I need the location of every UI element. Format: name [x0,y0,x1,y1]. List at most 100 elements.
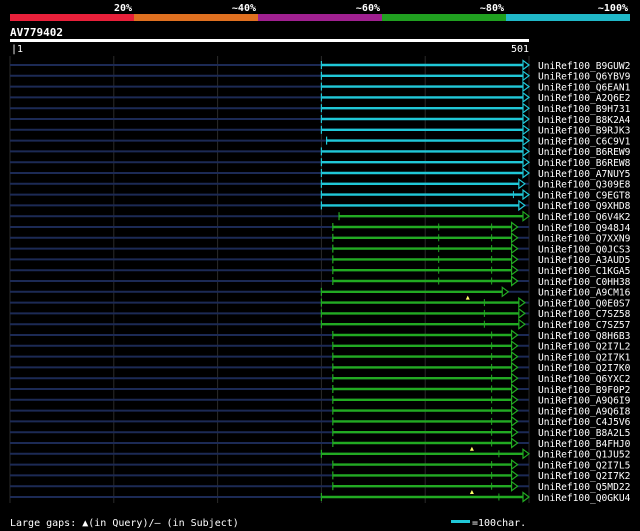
hit-row[interactable]: UniRef100_C7SZ58 [10,307,631,320]
hit-label[interactable]: UniRef100_Q2I7K1 [538,352,631,363]
hit-row[interactable]: UniRef100_B4FHJ0 [10,437,631,450]
hit-arrowhead [518,178,526,190]
hit-label[interactable]: UniRef100_Q0GKU4 [538,493,631,504]
hit-row[interactable]: UniRef100_Q2I7K1 [10,350,631,363]
identity-band-label: ~40% [232,3,256,14]
hit-label[interactable]: UniRef100_C9EGT8 [538,190,631,201]
hit-row[interactable]: UniRef100_B8A2L5 [10,426,630,439]
hit-row[interactable]: UniRef100_B9H731 [10,102,631,115]
hit-label[interactable]: UniRef100_C7SZ58 [538,309,631,320]
hit-label[interactable]: UniRef100_A9Q6I8 [538,406,631,417]
hit-row[interactable]: UniRef100_C1KGA5 [10,264,630,277]
hit-row[interactable]: UniRef100_C0HH38 [10,275,631,288]
hit-arrowhead [510,221,519,233]
hit-row[interactable]: UniRef100_B8K2A4 [10,113,631,126]
hit-label[interactable]: UniRef100_C7SZ57 [538,320,631,331]
hit-row[interactable]: UniRef100_Q0GKU4 [10,490,631,504]
hit-row[interactable]: UniRef100_B6REW9 [10,145,631,158]
hit-label[interactable]: UniRef100_A9CM16 [538,288,631,299]
hit-arrowhead [510,232,519,244]
identity-color-legend: 20% ~40% ~60% ~80% ~100% [10,3,630,21]
hit-row[interactable]: UniRef100_B9GUW2 [10,59,630,72]
hit-arrowhead [522,210,530,222]
hit-label[interactable]: UniRef100_Q7XXN9 [538,234,631,245]
hit-label[interactable]: UniRef100_C6C9V1 [538,136,631,147]
hit-row[interactable]: UniRef100_Q7XXN9 [10,232,631,245]
hit-row[interactable]: UniRef100_Q0JCS3 [10,242,631,255]
hit-row[interactable]: UniRef100_C6C9V1 [10,134,631,147]
hit-label[interactable]: UniRef100_Q2I7K2 [538,471,630,482]
hit-label[interactable]: UniRef100_Q6YXC2 [538,374,630,385]
hit-row[interactable]: UniRef100_A9CM16 [10,286,631,299]
hit-arrowhead [522,491,530,503]
hit-label[interactable]: UniRef100_B9H731 [538,104,631,115]
hit-row[interactable]: UniRef100_Q5MD22 [10,480,630,493]
hit-label[interactable]: UniRef100_B8A2L5 [538,428,630,439]
hit-label[interactable]: UniRef100_Q5MD22 [538,482,630,493]
hit-row[interactable]: UniRef100_Q2I7L2 [10,340,630,353]
query-gap-marker [465,295,470,300]
hit-label[interactable]: UniRef100_Q948J4 [538,223,631,234]
hit-label[interactable]: UniRef100_A3AUD5 [538,255,630,266]
hit-row[interactable]: UniRef100_Q2I7L5 [10,458,630,471]
hit-arrowhead [522,145,530,158]
hit-row[interactable]: UniRef100_Q2I7K2 [10,469,630,482]
hit-row[interactable]: UniRef100_Q948J4 [10,221,631,234]
hit-label[interactable]: UniRef100_B9RJK3 [538,126,631,137]
hit-label[interactable]: UniRef100_Q2I7L2 [538,342,630,353]
hit-label[interactable]: UniRef100_B4FHJ0 [538,439,631,450]
hit-label[interactable]: UniRef100_B9F0P2 [538,385,630,396]
hit-row[interactable]: UniRef100_B6REW8 [10,156,631,169]
hit-label[interactable]: UniRef100_Q8H6B3 [538,331,631,342]
hit-row[interactable]: UniRef100_Q6V4K2 [10,210,630,223]
hit-label[interactable]: UniRef100_B9GUW2 [538,61,630,72]
hit-row[interactable]: UniRef100_A9Q6I8 [10,404,631,417]
hit-row[interactable]: UniRef100_C4J5V6 [10,415,631,428]
hit-label[interactable]: UniRef100_A9Q6I9 [538,396,631,407]
hit-arrowhead [518,318,526,330]
hit-row[interactable]: UniRef100_Q1JU52 [10,446,630,461]
hit-row[interactable]: UniRef100_Q2I7K0 [10,361,631,374]
hit-row[interactable]: UniRef100_A7NUY5 [10,167,630,180]
hit-row[interactable]: UniRef100_A3AUD5 [10,253,630,266]
identity-band-label: ~80% [480,3,504,14]
hit-row[interactable]: UniRef100_A9Q6I9 [10,394,631,407]
hit-arrowhead [510,469,519,482]
hit-row[interactable]: UniRef100_Q6YBV9 [10,70,631,83]
hit-arrowhead [510,340,519,352]
hit-label[interactable]: UniRef100_Q2I7K0 [538,363,631,374]
hit-row[interactable]: UniRef100_B9F0P2 [10,383,630,396]
hit-row[interactable]: UniRef100_Q8H6B3 [10,329,631,342]
hit-row[interactable]: UniRef100_B9RJK3 [10,124,631,137]
identity-band [10,14,134,21]
hit-row[interactable]: UniRef100_C7SZ57 [10,318,631,331]
hit-label[interactable]: UniRef100_B6REW9 [538,147,631,158]
hit-label[interactable]: UniRef100_C4J5V6 [538,417,631,428]
identity-band-label: ~60% [356,3,380,14]
hit-label[interactable]: UniRef100_C0HH38 [538,277,631,288]
hit-label[interactable]: UniRef100_Q6YBV9 [538,72,631,83]
hit-row[interactable]: UniRef100_Q0E0S7 [10,295,631,310]
hit-row[interactable]: UniRef100_Q309E8 [10,178,631,191]
identity-band [258,14,382,21]
hit-row[interactable]: UniRef100_Q6EAN1 [10,80,631,93]
hit-label[interactable]: UniRef100_A2Q6E2 [538,93,630,104]
hit-label[interactable]: UniRef100_A7NUY5 [538,169,630,180]
hit-row[interactable]: UniRef100_Q9XHD8 [10,199,631,212]
hit-label[interactable]: UniRef100_C1KGA5 [538,266,630,277]
hit-label[interactable]: UniRef100_Q6V4K2 [538,212,630,223]
hit-label[interactable]: UniRef100_Q309E8 [538,180,631,191]
hit-row[interactable]: UniRef100_Q6YXC2 [10,372,630,385]
hit-arrowhead [510,264,519,276]
hit-label[interactable]: UniRef100_B8K2A4 [538,115,631,126]
hit-label[interactable]: UniRef100_B6REW8 [538,158,631,169]
hit-label[interactable]: UniRef100_Q0JCS3 [538,244,631,255]
hit-row[interactable]: UniRef100_C9EGT8 [10,188,631,201]
hit-label[interactable]: UniRef100_Q0E0S7 [538,298,631,309]
hit-label[interactable]: UniRef100_Q9XHD8 [538,201,631,212]
hit-label[interactable]: UniRef100_Q1JU52 [538,450,630,461]
hit-label[interactable]: UniRef100_Q6EAN1 [538,82,631,93]
hit-arrowhead [510,372,519,384]
hit-row[interactable]: UniRef100_A2Q6E2 [10,91,630,104]
hit-label[interactable]: UniRef100_Q2I7L5 [538,460,630,471]
